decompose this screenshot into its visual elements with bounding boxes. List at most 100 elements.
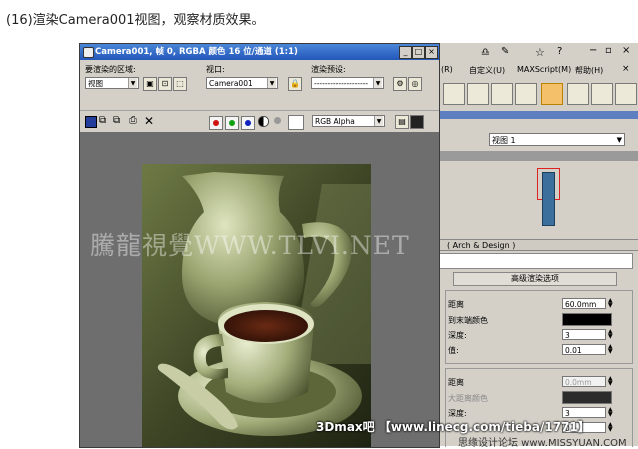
spinner-arrows-icon[interactable]: ▲ ▼ (608, 422, 614, 433)
chevron-down-icon: ▼ (616, 136, 622, 144)
chevron-down-icon: ▼ (373, 78, 382, 88)
menu-help[interactable]: 帮助(H) (575, 65, 603, 76)
close-button[interactable]: × (425, 46, 438, 59)
wrench-icon[interactable]: ✎ (501, 46, 509, 57)
material-name-field[interactable] (439, 253, 633, 269)
chevron-down-icon: ▼ (267, 78, 276, 88)
area-dropdown[interactable]: 视图 ▼ (85, 77, 139, 89)
restore-icon[interactable]: ▫ (605, 45, 612, 56)
edit-region-button[interactable]: ▣ (143, 77, 157, 91)
distance-spinner[interactable]: 60.0mm (562, 298, 606, 309)
end-color-swatch[interactable] (562, 313, 612, 326)
spinner-arrows-icon[interactable]: ▲ ▼ (608, 344, 614, 355)
area-label: 要渲染的区域: (85, 65, 136, 74)
dark-display-icon[interactable] (410, 115, 424, 129)
rendered-scene (142, 164, 371, 447)
cutoff-spinner[interactable]: 0.01 (562, 344, 606, 355)
viewport-dropdown[interactable]: Camera001 ▼ (206, 77, 278, 89)
channel-dropdown[interactable]: RGB Alpha ▼ (312, 115, 385, 127)
render-canvas: 騰龍視覺WWW.TLVI.NET (80, 132, 439, 447)
view-combo-row: 视图 1 ▼ (439, 131, 638, 149)
render-frame-button[interactable] (567, 83, 589, 105)
green-dot-icon (229, 120, 235, 126)
mono-icon[interactable] (274, 117, 281, 124)
minimize-button[interactable]: _ (399, 46, 412, 59)
quick-render-button[interactable] (591, 83, 613, 105)
max-title-toolbar: ♎ ✎ ☆ ? − ▫ × (439, 43, 638, 64)
environment-icon[interactable]: ◎ (408, 77, 422, 91)
menu-maxscript[interactable]: MAXScript(M) (517, 65, 571, 74)
window-titlebar[interactable]: Camera001, 帧 0, RGBA 颜色 16 位/通道 (1:1) _ … (80, 44, 439, 60)
print-icon[interactable]: ⎙ (129, 115, 137, 126)
max-distance-color-swatch[interactable] (562, 391, 612, 404)
menu-customize[interactable]: 自定义(U) (469, 65, 505, 76)
green-channel-button[interactable] (225, 116, 239, 130)
cutoff-label: 值: (448, 346, 459, 355)
advanced-rendering-rollout[interactable]: 高级渲染选项 (453, 272, 617, 286)
preset-dropdown-value: -------------------- (314, 79, 369, 88)
app-icon (83, 47, 94, 58)
close-icon[interactable]: × (622, 45, 630, 56)
area-dropdown-value: 视图 (88, 79, 103, 88)
material-type-header: ( Arch & Design ) (439, 239, 638, 251)
footer-watermark: 3Dmax吧 【www.linecg.com/tieba/1771】 (316, 420, 590, 434)
blue-channel-button[interactable] (241, 116, 255, 130)
footer-watermark-2: 思缘设计论坛 www.MISSYUAN.COM (458, 438, 627, 449)
lock-icon[interactable]: 🔒 (288, 77, 302, 91)
maximize-button[interactable]: □ (412, 46, 425, 59)
spinner-arrows-icon[interactable]: ▲ ▼ (608, 376, 614, 387)
end-color-label: 到末端颜色 (448, 316, 488, 325)
clear-icon[interactable]: ✕ (144, 114, 154, 128)
caption: (16)渲染Camera001视图，观察材质效果。 (6, 13, 265, 28)
channel-dropdown-value: RGB Alpha (315, 117, 355, 126)
save-icon[interactable] (85, 116, 97, 128)
auto-region-button[interactable]: ⊡ (158, 77, 172, 91)
ribbon-strip (439, 111, 638, 119)
clone-icon[interactable]: ⧉ (113, 115, 120, 126)
menubar: (R) 自定义(U) MAXScript(M) 帮助(H) × (439, 63, 638, 79)
render-setup-icon[interactable]: ⚙ (393, 77, 407, 91)
rendered-frame-window: Camera001, 帧 0, RGBA 颜色 16 位/通道 (1:1) _ … (79, 43, 440, 448)
chevron-down-icon: ▼ (128, 78, 137, 88)
color-swatch[interactable] (288, 115, 304, 130)
toolbar-button-1[interactable] (443, 83, 465, 105)
render-controls: 要渲染的区域: 视图 ▼ ▣ ⊡ ⬚ 视口: Camera001 ▼ 🔒 渲染预… (80, 60, 439, 110)
binoculars-icon[interactable]: ♎ (481, 47, 490, 58)
region-select-button[interactable]: ⬚ (173, 77, 187, 91)
depth-label: 深度: (448, 331, 467, 340)
toolbar-button-4[interactable] (515, 83, 537, 105)
depth-spinner[interactable]: 3 (562, 329, 606, 340)
distance-spinner[interactable]: 0.0mm (562, 376, 606, 387)
red-dot-icon (213, 120, 219, 126)
toolbar-button-3[interactable] (491, 83, 513, 105)
help-icon[interactable]: ? (557, 46, 562, 57)
frame-toolbar: ⧉ ⧉ ⎙ ✕ RGB Alpha ▼ ▤ (80, 110, 439, 133)
toolbar-button-2[interactable] (467, 83, 489, 105)
spinner-arrows-icon[interactable]: ▲ ▼ (608, 407, 614, 418)
view-dropdown[interactable]: 视图 1 ▼ (489, 133, 625, 146)
alpha-icon[interactable] (258, 116, 269, 127)
star-icon[interactable]: ☆ (535, 46, 545, 59)
render-iterative-button[interactable] (615, 83, 637, 105)
viewport-label: 视口: (206, 65, 225, 74)
view-dropdown-value: 视图 1 (492, 136, 516, 145)
spinner-arrows-icon[interactable]: ▲ ▼ (608, 329, 614, 340)
depth-spinner[interactable]: 3 (562, 407, 606, 418)
rendered-image (142, 164, 371, 447)
material-preview (479, 165, 589, 233)
render-setup-button[interactable] (541, 83, 563, 105)
window-title: Camera001, 帧 0, RGBA 颜色 16 位/通道 (1:1) (95, 47, 298, 57)
display-toggle-icon[interactable]: ▤ (395, 115, 409, 129)
distance-label: 距离 (448, 378, 464, 387)
spinner-arrows-icon[interactable]: ▲ ▼ (608, 298, 614, 309)
preset-label: 渲染预设: (311, 65, 346, 74)
site-watermark: 騰龍視覺WWW.TLVI.NET (90, 231, 410, 260)
copy-icon[interactable]: ⧉ (99, 115, 106, 126)
preset-dropdown[interactable]: -------------------- ▼ (311, 77, 384, 89)
material-sample (542, 172, 555, 226)
menu-rendering[interactable]: (R) (441, 65, 453, 74)
menu-close-icon[interactable]: × (622, 64, 630, 74)
minimize-icon[interactable]: − (589, 45, 597, 56)
distance-label: 距离 (448, 300, 464, 309)
red-channel-button[interactable] (209, 116, 223, 130)
